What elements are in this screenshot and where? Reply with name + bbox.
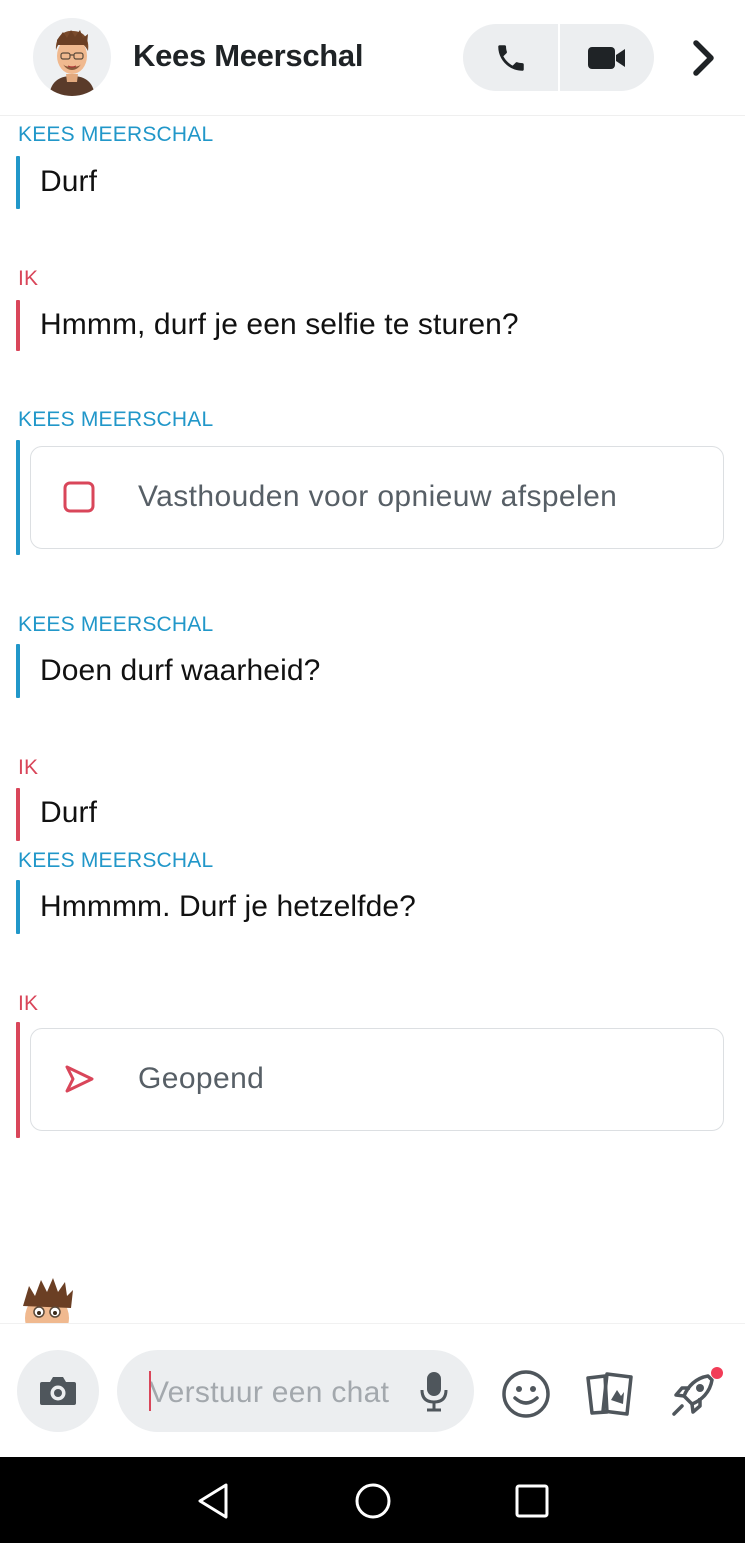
- square-snap-icon: [63, 481, 95, 513]
- sender-label: IK: [18, 267, 39, 290]
- message-text[interactable]: Doen durf waarheid?: [40, 654, 320, 688]
- cards-icon[interactable]: [583, 1368, 635, 1420]
- notification-dot: [711, 1367, 723, 1379]
- typing-bitmoji: [11, 1272, 83, 1324]
- microphone-icon[interactable]: [419, 1370, 449, 1412]
- system-nav-bar: [0, 1457, 745, 1543]
- sender-label: IK: [18, 756, 39, 779]
- sender-label: KEES MEERSCHAL: [18, 849, 214, 872]
- chat-header: Kees Meerschal: [0, 0, 745, 116]
- sender-label: IK: [18, 992, 39, 1015]
- chevron-right-icon: [693, 40, 714, 76]
- snap-message-card[interactable]: Geopend: [30, 1028, 724, 1131]
- home-circle-icon[interactable]: [351, 1479, 395, 1523]
- bitmoji-avatar-icon: [49, 30, 95, 96]
- video-call-button[interactable]: [559, 24, 654, 91]
- snap-message-card[interactable]: Vasthouden voor opnieuw afspelen: [30, 446, 724, 549]
- message-bar: [16, 880, 20, 934]
- camera-icon: [40, 1377, 76, 1405]
- snap-status-label: Vasthouden voor opnieuw afspelen: [138, 480, 618, 513]
- message-bar: [16, 300, 20, 351]
- chat-input-placeholder: Verstuur een chat: [149, 1376, 390, 1409]
- sender-label: KEES MEERSCHAL: [18, 613, 214, 636]
- chat-input[interactable]: Verstuur een chat: [117, 1350, 474, 1432]
- bitmoji-peek-icon: [23, 1278, 73, 1324]
- voice-call-button[interactable]: [463, 24, 558, 91]
- message-bar: [16, 1022, 20, 1138]
- recents-square-icon[interactable]: [510, 1479, 554, 1523]
- message-text[interactable]: Hmmm, durf je een selfie te sturen?: [40, 308, 519, 342]
- smiley-icon[interactable]: [500, 1368, 552, 1420]
- message-bar: [16, 788, 20, 841]
- message-bar: [16, 440, 20, 555]
- back-triangle-icon[interactable]: [192, 1479, 236, 1523]
- more-button[interactable]: [684, 36, 724, 80]
- video-camera-icon: [587, 46, 625, 69]
- contact-name[interactable]: Kees Meerschal: [133, 38, 363, 74]
- camera-button[interactable]: [17, 1350, 99, 1432]
- snap-status-label: Geopend: [138, 1062, 265, 1095]
- message-text[interactable]: Durf: [40, 796, 97, 830]
- message-bar: [16, 156, 20, 209]
- chat-input-bar: Verstuur een chat: [0, 1323, 745, 1457]
- message-text[interactable]: Durf: [40, 165, 97, 199]
- sender-label: KEES MEERSCHAL: [18, 123, 214, 146]
- call-controls: [463, 24, 654, 91]
- avatar[interactable]: [33, 18, 111, 96]
- phone-icon: [497, 44, 524, 71]
- message-bar: [16, 644, 20, 698]
- sent-arrow-icon: [65, 1065, 94, 1093]
- sender-label: KEES MEERSCHAL: [18, 408, 214, 431]
- message-text[interactable]: Hmmmm. Durf je hetzelfde?: [40, 890, 416, 924]
- text-caret: [149, 1371, 151, 1411]
